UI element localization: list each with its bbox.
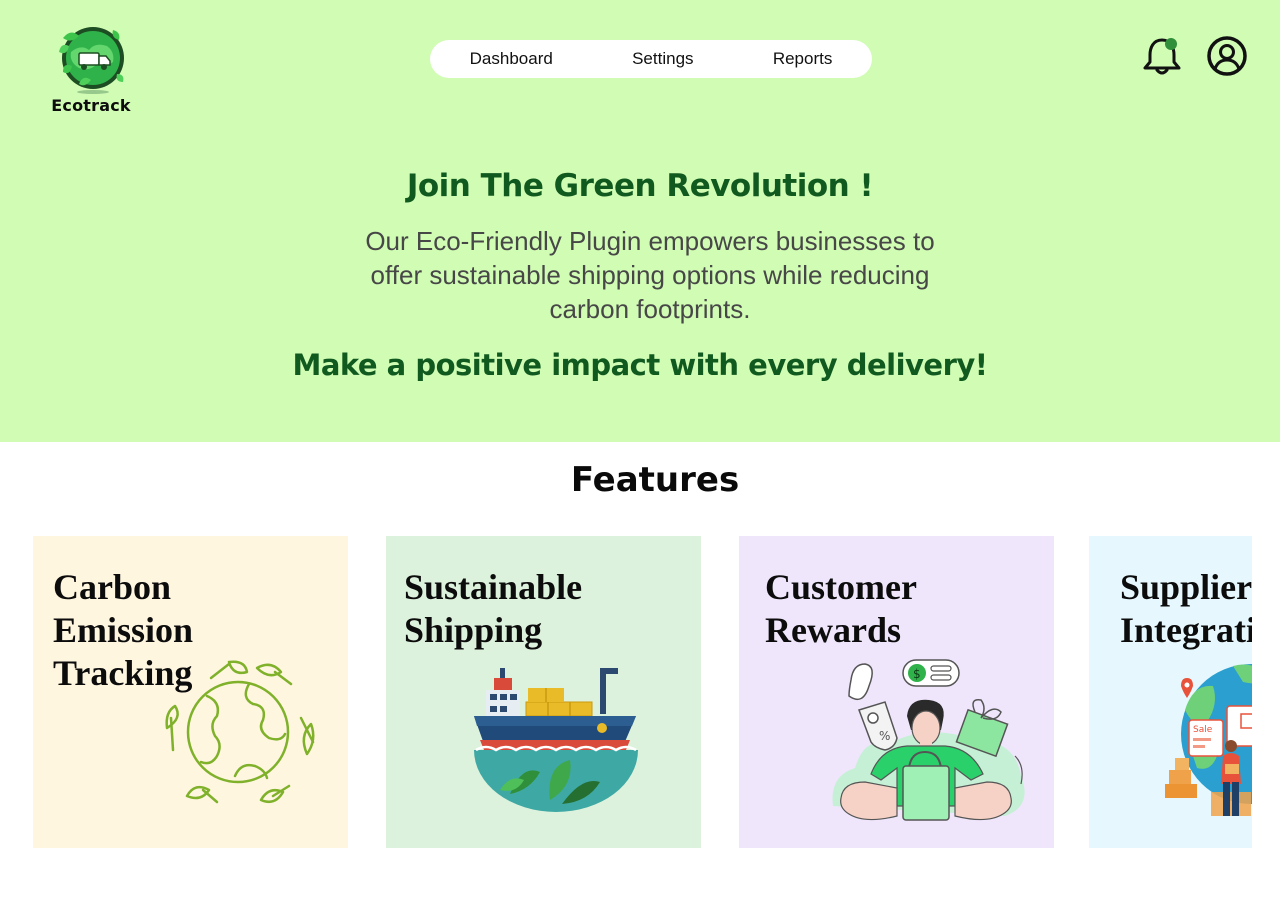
feature-card-title: Supplier Integration [1120,567,1252,650]
feature-card-supplier-integration[interactable]: Supplier Integration Sale [1089,536,1252,848]
hero-cta-text: Make a positive impact with every delive… [292,348,988,382]
hero-description: Our Eco-Friendly Plugin empowers busines… [365,226,935,324]
svg-text:$: $ [913,667,921,681]
profile-button[interactable] [1204,34,1250,85]
svg-text:%: % [879,729,890,743]
nav-dashboard[interactable]: Dashboard [458,45,565,73]
bell-icon [1143,38,1181,75]
reward-shopper-illustration: % $ [832,659,1025,821]
hero-section: Ecotrack Dashboard Settings Reports Join… [0,0,1280,442]
feature-card-sustainable-shipping[interactable]: Sustainable Shipping [386,536,701,848]
globe-supplier-illustration: Sale [1165,664,1252,816]
brand-logo[interactable]: Ecotrack [44,22,138,115]
brand-name: Ecotrack [51,96,131,115]
svg-text:Sale: Sale [1193,725,1213,735]
nav-reports[interactable]: Reports [761,45,845,73]
features-heading: Features [570,460,740,500]
hero-title: Join The Green Revolution ! [406,168,874,204]
user-profile-icon [1207,36,1247,76]
feature-cards: Carbon Emission Tracking Sustainable Shi… [0,536,1252,848]
main-nav: Dashboard Settings Reports [430,40,872,78]
notifications-button[interactable] [1142,36,1182,83]
feature-card-title: Customer Rewards [765,567,917,650]
notification-dot [1165,38,1177,50]
globe-truck-logo-icon [59,27,124,94]
earth-leaves-icon [165,660,315,804]
feature-card-carbon-emission-tracking[interactable]: Carbon Emission Tracking [33,536,348,848]
feature-card-customer-rewards[interactable]: Customer Rewards % $ [739,536,1054,848]
nav-settings[interactable]: Settings [620,45,705,73]
feature-card-title: Sustainable Shipping [404,567,583,650]
cargo-ship-icon [474,668,638,812]
